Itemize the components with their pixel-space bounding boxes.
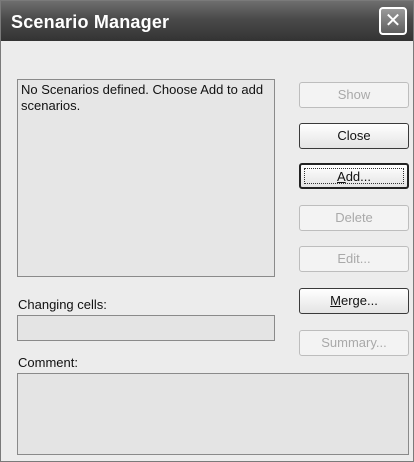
- edit-button[interactable]: Edit...: [299, 246, 409, 272]
- changing-cells-field[interactable]: [17, 315, 275, 341]
- title-bar[interactable]: Scenario Manager ✕: [1, 1, 413, 41]
- comment-label: Comment:: [18, 355, 78, 370]
- add-button-label: Add...: [337, 169, 371, 184]
- comment-field[interactable]: [17, 373, 409, 455]
- delete-button[interactable]: Delete: [299, 205, 409, 231]
- dialog-title: Scenario Manager: [11, 12, 170, 32]
- merge-button-label: Merge...: [330, 293, 378, 308]
- scenario-manager-dialog: Scenario Manager ✕ No Scenarios defined.…: [0, 0, 414, 462]
- changing-cells-label: Changing cells:: [18, 297, 107, 312]
- close-window-icon[interactable]: ✕: [379, 7, 407, 35]
- merge-button[interactable]: Merge...: [299, 288, 409, 314]
- scenarios-empty-message: No Scenarios defined. Choose Add to add …: [21, 82, 264, 113]
- add-button[interactable]: Add...: [299, 163, 409, 189]
- summary-button[interactable]: Summary...: [299, 330, 409, 356]
- close-button[interactable]: Close: [299, 123, 409, 149]
- scenarios-list[interactable]: No Scenarios defined. Choose Add to add …: [17, 79, 275, 277]
- show-button[interactable]: Show: [299, 82, 409, 108]
